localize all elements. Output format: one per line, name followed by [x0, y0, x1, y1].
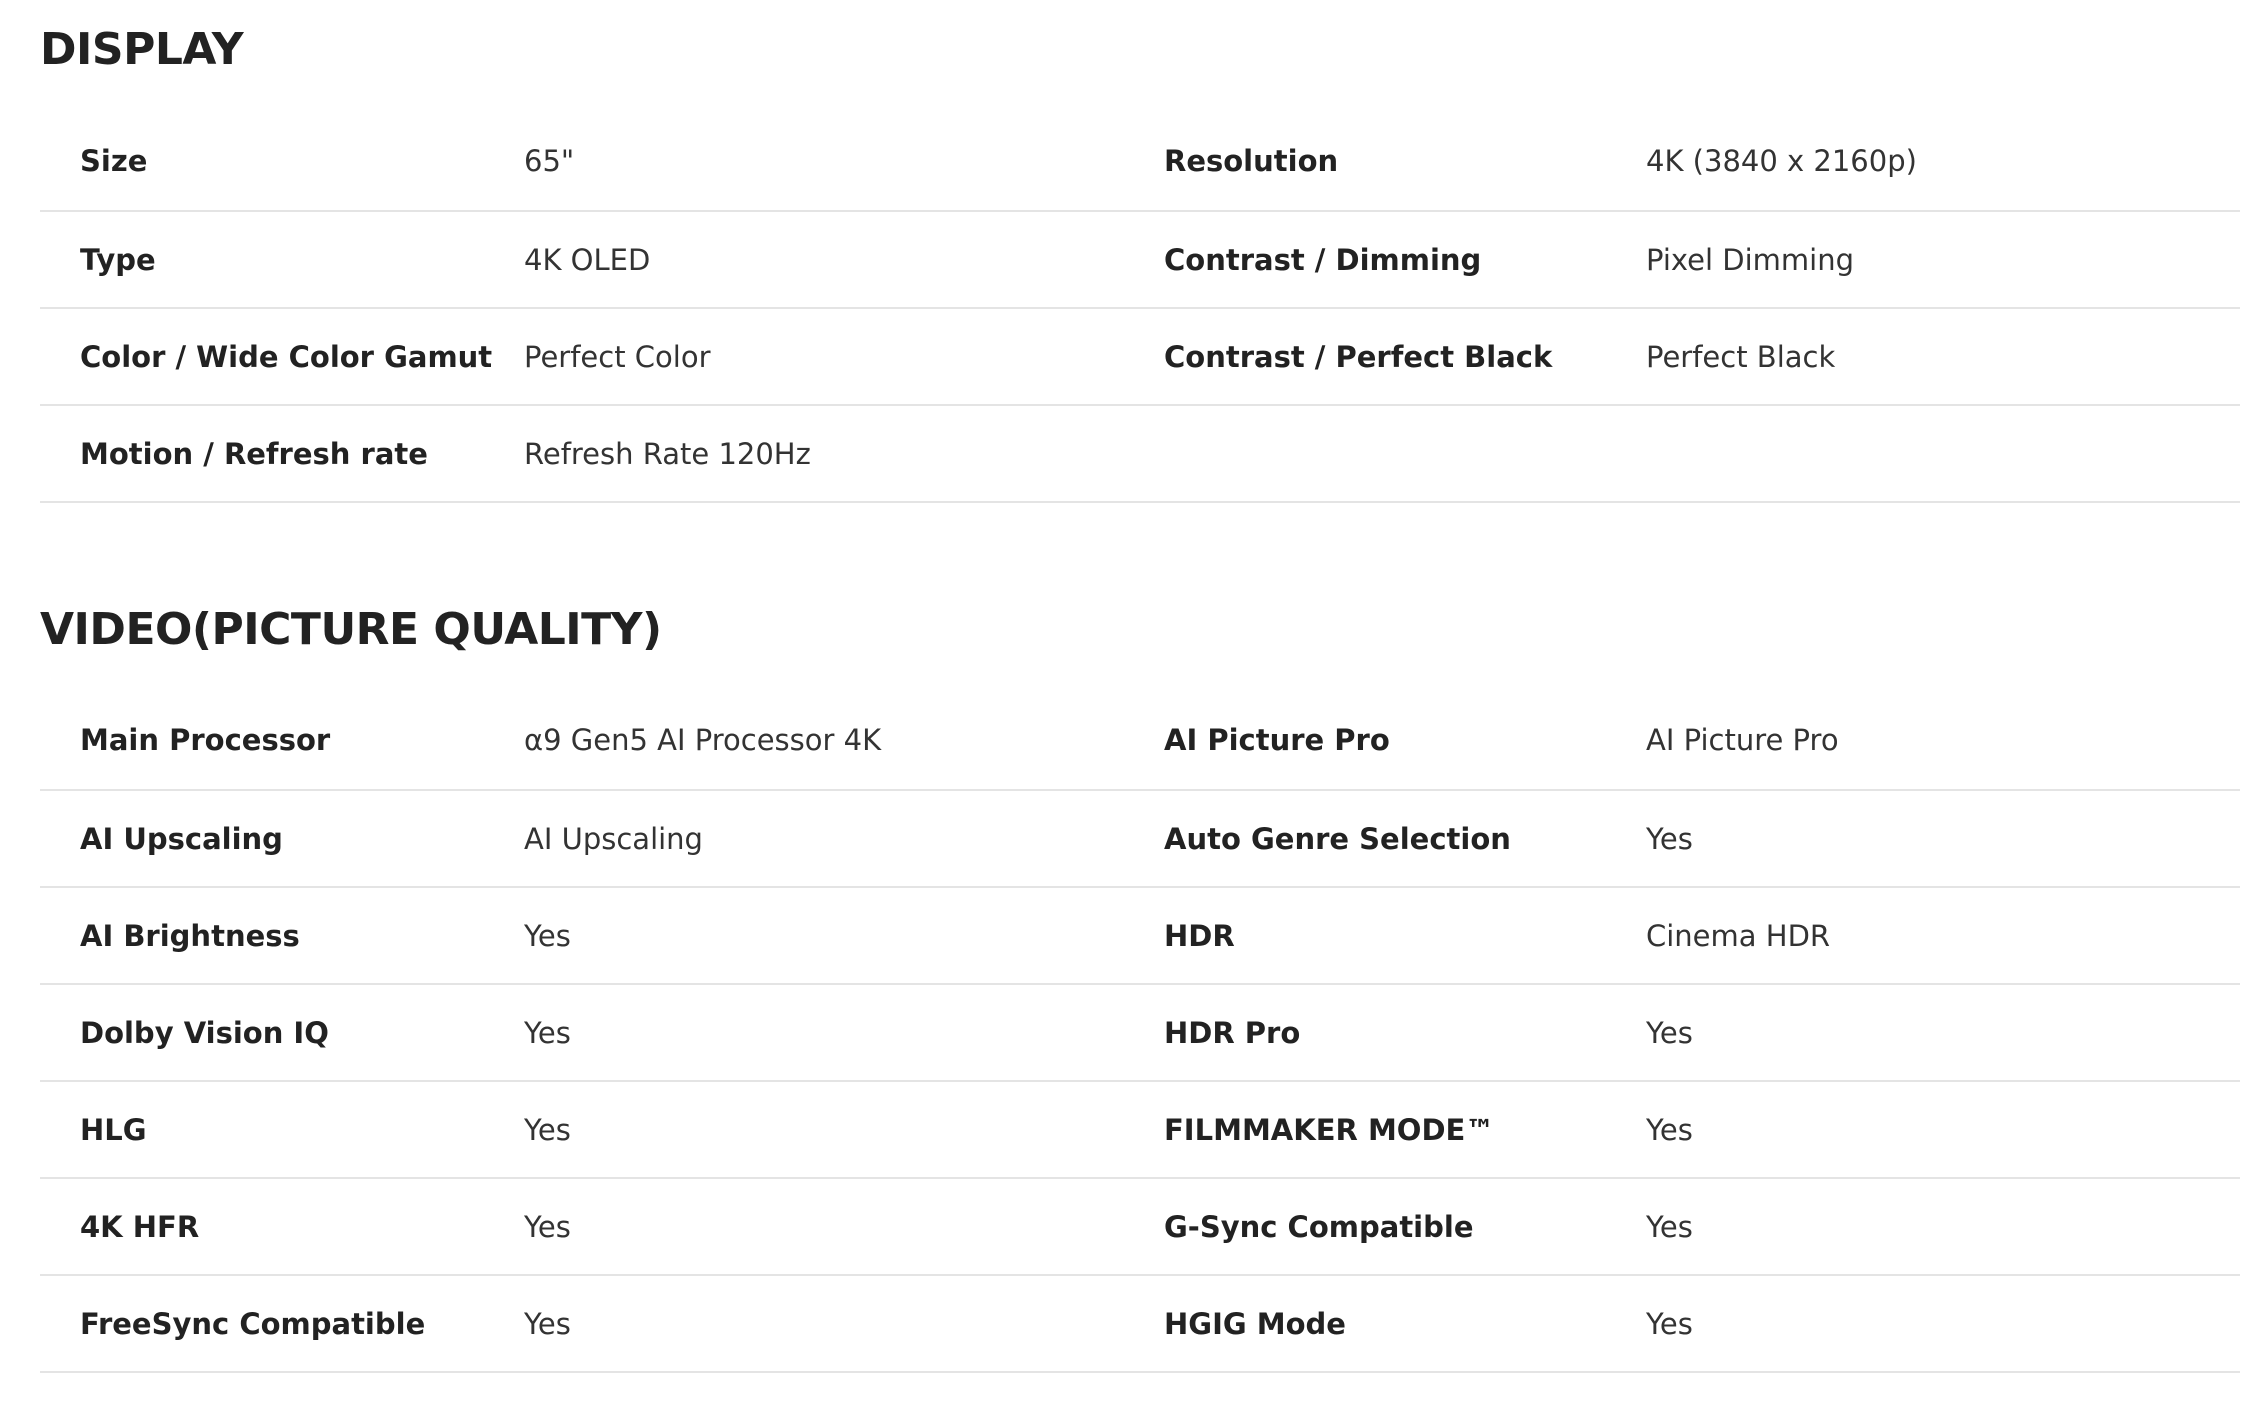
- spec-label: AI Picture Pro: [1164, 723, 1390, 757]
- spec-label: Contrast / Perfect Black: [1164, 339, 1553, 374]
- spec-value: Yes: [524, 1112, 571, 1147]
- display-spec-table: Size 65" Resolution 4K (3840 x 2160p) Ty…: [40, 143, 2240, 503]
- spec-value: Yes: [1646, 1112, 1693, 1147]
- spec-value: α9 Gen5 AI Processor 4K: [524, 723, 882, 757]
- display-section: DISPLAY Size 65" Resolution 4K (3840 x 2…: [40, 0, 2240, 503]
- spec-row: Dolby Vision IQ Yes HDR Pro Yes: [40, 985, 2240, 1082]
- spec-row: FreeSync Compatible Yes HGIG Mode Yes: [40, 1276, 2240, 1373]
- spec-value: Refresh Rate 120Hz: [524, 436, 811, 471]
- spec-value: Perfect Color: [524, 339, 711, 374]
- spec-value: Perfect Black: [1646, 339, 1836, 374]
- spec-label: G-Sync Compatible: [1164, 1209, 1474, 1244]
- spec-value: Yes: [1646, 821, 1693, 856]
- spec-label: FreeSync Compatible: [80, 1306, 426, 1341]
- spec-label: AI Upscaling: [80, 821, 283, 856]
- spec-label: Contrast / Dimming: [1164, 242, 1482, 277]
- video-section: VIDEO(PICTURE QUALITY) Main Processor α9…: [40, 604, 2240, 1373]
- spec-label: Resolution: [1164, 144, 1339, 178]
- spec-value: Yes: [524, 1306, 571, 1341]
- spec-page: DISPLAY Size 65" Resolution 4K (3840 x 2…: [40, 0, 2240, 1373]
- spec-value: Yes: [524, 1015, 571, 1050]
- spec-label: 4K HFR: [80, 1209, 200, 1244]
- spec-value: Cinema HDR: [1646, 918, 1831, 953]
- spec-row: Size 65" Resolution 4K (3840 x 2160p): [40, 143, 2240, 212]
- spec-value: Yes: [1646, 1209, 1693, 1244]
- spec-value: Yes: [524, 918, 571, 953]
- spec-label: HDR Pro: [1164, 1015, 1301, 1050]
- spec-value: Yes: [1646, 1306, 1693, 1341]
- spec-label: Motion / Refresh rate: [80, 436, 428, 471]
- spec-value: 4K OLED: [524, 242, 651, 277]
- section-title-video: VIDEO(PICTURE QUALITY): [40, 604, 662, 655]
- spec-label: AI Brightness: [80, 918, 300, 953]
- spec-value: Yes: [1646, 1015, 1693, 1050]
- spec-label: Auto Genre Selection: [1164, 821, 1511, 856]
- spec-label: Main Processor: [80, 723, 331, 757]
- spec-value: Yes: [524, 1209, 571, 1244]
- spec-row: Motion / Refresh rate Refresh Rate 120Hz: [40, 406, 2240, 503]
- spec-row: 4K HFR Yes G-Sync Compatible Yes: [40, 1179, 2240, 1276]
- spec-value: Pixel Dimming: [1646, 242, 1855, 277]
- spec-value: AI Upscaling: [524, 821, 703, 856]
- spec-row: AI Upscaling AI Upscaling Auto Genre Sel…: [40, 791, 2240, 888]
- spec-label: HLG: [80, 1112, 147, 1147]
- spec-label: FILMMAKER MODE™: [1164, 1112, 1495, 1147]
- spec-label: Size: [80, 144, 148, 178]
- section-title-display: DISPLAY: [40, 24, 244, 75]
- spec-row: AI Brightness Yes HDR Cinema HDR: [40, 888, 2240, 985]
- spec-row: Color / Wide Color Gamut Perfect Color C…: [40, 309, 2240, 406]
- video-spec-table: Main Processor α9 Gen5 AI Processor 4K A…: [40, 722, 2240, 1373]
- spec-label: HGIG Mode: [1164, 1306, 1346, 1341]
- spec-label: Color / Wide Color Gamut: [80, 339, 493, 374]
- spec-row: Type 4K OLED Contrast / Dimming Pixel Di…: [40, 212, 2240, 309]
- spec-label: HDR: [1164, 918, 1235, 953]
- spec-row: HLG Yes FILMMAKER MODE™ Yes: [40, 1082, 2240, 1179]
- spec-value: 65": [524, 144, 575, 178]
- spec-row: Main Processor α9 Gen5 AI Processor 4K A…: [40, 722, 2240, 791]
- spec-value: 4K (3840 x 2160p): [1646, 144, 1917, 178]
- spec-value: AI Picture Pro: [1646, 723, 1839, 757]
- spec-label: Dolby Vision IQ: [80, 1015, 329, 1050]
- spec-label: Type: [80, 242, 156, 277]
